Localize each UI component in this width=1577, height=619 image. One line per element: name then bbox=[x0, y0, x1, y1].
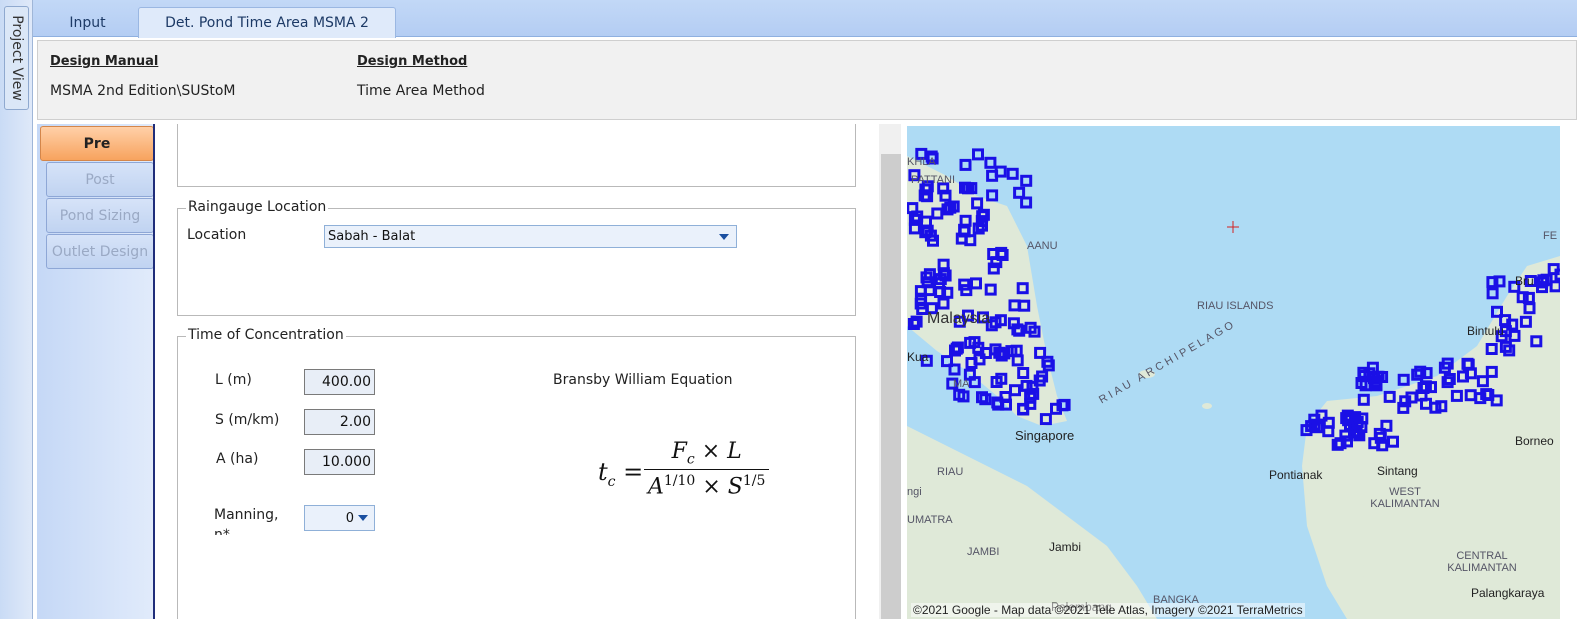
location-label: Location bbox=[187, 227, 247, 243]
station-marker[interactable] bbox=[1013, 186, 1026, 199]
step-pre[interactable]: Pre bbox=[40, 126, 154, 161]
equation-title: Bransby William Equation bbox=[553, 372, 733, 388]
map-label: Malaysia bbox=[927, 310, 991, 327]
map-label: Bru bbox=[1515, 274, 1534, 288]
map-label: ngi bbox=[907, 486, 922, 498]
document-tab-bar: Input Det. Pond Time Area MSMA 2 bbox=[33, 0, 1577, 38]
station-marker[interactable] bbox=[1397, 373, 1410, 386]
step-navigation: Pre Post Pond Sizing Outlet Design bbox=[37, 124, 154, 619]
area-label: A (ha) bbox=[216, 451, 259, 467]
map-city-singapore: Singapore bbox=[1015, 428, 1075, 443]
station-marker[interactable] bbox=[1414, 365, 1427, 378]
location-dropdown[interactable]: Sabah - Balat bbox=[324, 225, 737, 248]
map-label: Jambi bbox=[1049, 540, 1082, 554]
map-label: FE bbox=[1543, 230, 1558, 242]
map-label: Bintulu bbox=[1467, 324, 1504, 338]
toc-legend: Time of Concentration bbox=[186, 327, 346, 343]
station-marker[interactable] bbox=[941, 355, 953, 368]
map-canvas bbox=[907, 147, 1560, 619]
station-marker[interactable] bbox=[984, 156, 997, 169]
project-view-tab[interactable]: Project View bbox=[4, 6, 29, 110]
design-method-value: Time Area Method bbox=[357, 83, 485, 99]
raingauge-group: Raingauge Location Location Sabah - Bala… bbox=[177, 199, 856, 316]
map-label: Sintang bbox=[1377, 464, 1418, 478]
map-label: Pontianak bbox=[1269, 468, 1323, 482]
slope-input[interactable]: 2.00 bbox=[304, 409, 375, 435]
map-label: CENTRAL KALIMANTAN bbox=[1447, 550, 1517, 574]
manning-n-label-clipped: n* bbox=[214, 527, 230, 535]
map-label: UMATRA bbox=[907, 514, 953, 526]
design-method-heading: Design Method bbox=[357, 54, 468, 69]
step-outlet-design[interactable]: Outlet Design bbox=[46, 234, 154, 269]
station-marker[interactable] bbox=[1020, 174, 1033, 187]
manning-label: Manning, bbox=[214, 507, 279, 523]
app-window: Project View Input Det. Pond Time Area M… bbox=[0, 0, 1577, 619]
right-edge-panel bbox=[1560, 124, 1577, 619]
design-info-band: Design Manual MSMA 2nd Edition\SUStoM De… bbox=[37, 40, 1577, 120]
station-marker[interactable] bbox=[992, 398, 1005, 411]
manning-dropdown[interactable]: 0 bbox=[304, 505, 375, 531]
station-marker[interactable] bbox=[1006, 167, 1019, 180]
station-marker[interactable] bbox=[968, 376, 981, 389]
form-panel: Raingauge Location Location Sabah - Bala… bbox=[155, 124, 877, 619]
toc-group: Time of Concentration L (m) 400.00 S (m/… bbox=[177, 327, 856, 619]
chevron-down-icon bbox=[358, 515, 368, 521]
project-view-label: Project View bbox=[8, 15, 25, 101]
station-marker[interactable] bbox=[1486, 287, 1499, 300]
step-post[interactable]: Post bbox=[46, 162, 154, 197]
station-marker[interactable] bbox=[1020, 196, 1033, 209]
length-input[interactable]: 400.00 bbox=[304, 369, 375, 395]
upper-group-box bbox=[177, 124, 856, 187]
map-attribution: ©2021 Google - Map data ©2021 Tele Atlas… bbox=[911, 603, 1305, 617]
station-marker[interactable] bbox=[959, 158, 972, 171]
station-marker[interactable] bbox=[1486, 276, 1499, 289]
main-area: Pre Post Pond Sizing Outlet Design Raing… bbox=[37, 124, 1577, 619]
project-view-strip: Project View bbox=[0, 0, 33, 619]
bransby-williams-formula: tc = Fc × L A1/10 × S1/5 bbox=[598, 439, 798, 509]
slope-label: S (m/km) bbox=[215, 412, 280, 428]
map-view[interactable]: KHLA PATTANI AANU Malaysia Kua MA RIAU I… bbox=[907, 126, 1560, 619]
map-label: PATTANI bbox=[911, 174, 955, 186]
station-marker[interactable] bbox=[972, 148, 984, 161]
area-input[interactable]: 10.000 bbox=[304, 449, 375, 475]
station-marker[interactable] bbox=[1058, 398, 1071, 411]
map-label: Borneo bbox=[1515, 434, 1554, 448]
map-label: KHLA bbox=[907, 156, 936, 168]
map-label: JAMBI bbox=[967, 546, 1000, 558]
map-label: RIAU bbox=[937, 466, 964, 478]
location-value: Sabah - Balat bbox=[328, 229, 416, 244]
chevron-down-icon bbox=[719, 233, 729, 240]
map-label: MA bbox=[953, 378, 970, 390]
tab-det-pond-time-area[interactable]: Det. Pond Time Area MSMA 2 bbox=[138, 7, 396, 38]
form-scrollbar-thumb[interactable] bbox=[881, 154, 901, 619]
manning-value: 0 bbox=[345, 510, 354, 526]
map-label: Palangkaraya bbox=[1471, 586, 1545, 600]
tab-input[interactable]: Input bbox=[39, 7, 136, 38]
station-marker[interactable] bbox=[986, 189, 999, 202]
map-label: Kua bbox=[907, 350, 929, 364]
design-manual-heading: Design Manual bbox=[50, 54, 159, 69]
raingauge-legend: Raingauge Location bbox=[186, 199, 329, 215]
length-label: L (m) bbox=[215, 372, 252, 388]
step-pond-sizing[interactable]: Pond Sizing bbox=[46, 198, 154, 233]
design-manual-value: MSMA 2nd Edition\SUStoM bbox=[50, 83, 236, 99]
map-label: RIAU ISLANDS bbox=[1197, 300, 1274, 312]
map-label: AANU bbox=[1027, 240, 1058, 252]
station-marker[interactable] bbox=[994, 165, 1007, 178]
map-label: WEST KALIMANTAN bbox=[1370, 486, 1440, 510]
